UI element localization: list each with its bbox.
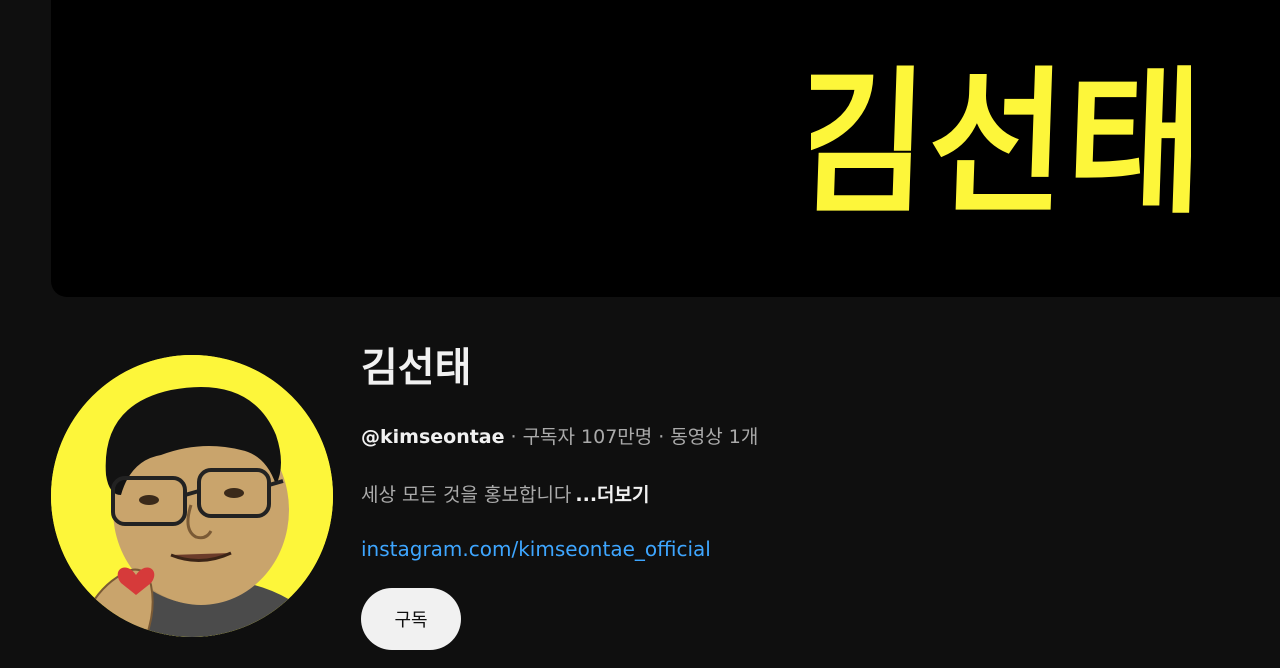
channel-name: 김선태 <box>361 345 472 391</box>
avatar-illustration <box>51 355 333 637</box>
more-link[interactable]: ...더보기 <box>575 484 649 506</box>
channel-banner: 김선태 <box>51 0 1280 297</box>
channel-page: 김선태 김선태 @kimseontae · 구독자 107만명 · 동영상 1개… <box>0 0 1280 668</box>
channel-handle[interactable]: @kimseontae <box>361 426 505 448</box>
banner-logo-text: 김선태 <box>811 53 1191 236</box>
meta-separator: · <box>510 426 517 448</box>
channel-avatar[interactable] <box>51 355 333 637</box>
meta-separator: · <box>658 426 665 448</box>
description-text: 세상 모든 것을 홍보합니다 <box>361 484 572 506</box>
video-count: 동영상 1개 <box>670 426 759 448</box>
subscribe-button[interactable]: 구독 <box>361 588 461 650</box>
channel-external-link[interactable]: instagram.com/kimseontae_official <box>361 537 711 561</box>
subscriber-count: 구독자 107만명 <box>522 426 653 448</box>
banner-logo: 김선태 <box>811 53 1191 236</box>
channel-info: 김선태 @kimseontae · 구독자 107만명 · 동영상 1개 세상 모든 것… <box>361 330 758 650</box>
channel-description[interactable]: 세상 모든 것을 홍보합니다 ...더보기 <box>361 480 650 507</box>
channel-meta: @kimseontae · 구독자 107만명 · 동영상 1개 <box>361 422 758 449</box>
